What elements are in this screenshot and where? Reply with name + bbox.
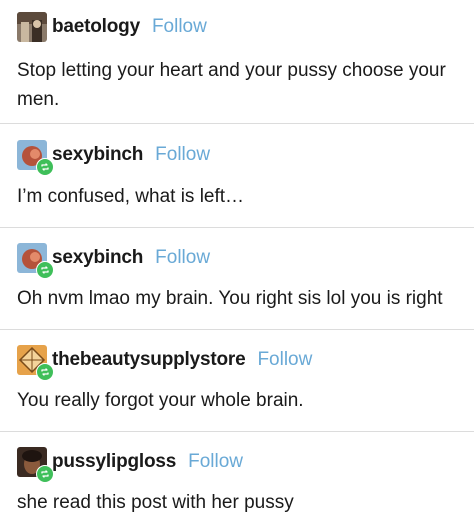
post-sexybinch-1: sexybinch Follow I’m confused, what is l… [0,124,474,228]
avatar[interactable] [17,243,54,279]
post-text: I’m confused, what is left… [17,186,245,207]
post-header: sexybinch Follow [17,140,210,176]
avatar[interactable] [17,140,54,176]
post-text: Stop letting your heart and your pussy c… [17,60,446,110]
follow-button[interactable]: Follow [155,247,210,269]
post-sexybinch-2: sexybinch Follow Oh nvm lmao my brain. Y… [0,228,474,330]
avatar[interactable] [17,447,54,483]
post-text: she read this post with her pussy [17,492,294,513]
post-thebeautysupplystore: thebeautysupplystore Follow You really f… [0,330,474,432]
post-header: thebeautysupplystore Follow [17,345,312,381]
follow-button[interactable]: Follow [155,144,210,166]
username[interactable]: sexybinch [52,144,143,166]
follow-button[interactable]: Follow [257,349,312,371]
username[interactable]: pussylipgloss [52,451,176,473]
post-header: baetology Follow [17,12,207,42]
avatar[interactable] [17,12,47,42]
avatar-image [17,12,47,42]
reblog-icon [36,158,54,176]
post-text: You really forgot your whole brain. [17,390,304,411]
avatar[interactable] [17,345,54,381]
reblog-icon [36,465,54,483]
follow-button[interactable]: Follow [188,451,243,473]
username[interactable]: sexybinch [52,247,143,269]
post-text: Oh nvm lmao my brain. You right sis lol … [17,288,443,309]
post-header: pussylipgloss Follow [17,447,243,483]
post-header: sexybinch Follow [17,243,210,279]
username[interactable]: baetology [52,16,140,38]
follow-button[interactable]: Follow [152,16,207,38]
reblog-thread: baetology Follow Stop letting your heart… [0,0,474,525]
username[interactable]: thebeautysupplystore [52,349,246,371]
post-baetology: baetology Follow Stop letting your heart… [0,0,474,124]
reblog-icon [36,363,54,381]
post-pussylipgloss: pussylipgloss Follow she read this post … [0,432,474,525]
reblog-icon [36,261,54,279]
